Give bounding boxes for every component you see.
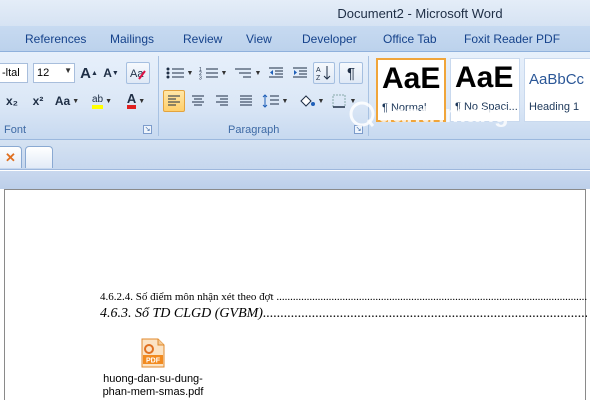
font-name-combo[interactable]: -ltal (0, 63, 28, 83)
document-page[interactable]: 4.6.2.4. Số điểm môn nhận xét theo đợt .… (4, 189, 587, 400)
numbering-button[interactable]: 1 2 3 ▼ (197, 62, 229, 84)
tab-references[interactable]: References (25, 32, 86, 46)
increase-indent-icon (293, 67, 307, 78)
align-center-icon (192, 95, 204, 106)
highlighter-icon: ab (91, 94, 104, 109)
tab-foxit-reader-pdf[interactable]: Foxit Reader PDF (464, 32, 560, 46)
paragraph-group-label: Paragraph (228, 124, 280, 136)
paragraph-dialog-launcher-icon[interactable]: ↘ (354, 125, 363, 134)
clear-formatting-button[interactable]: Aa (126, 62, 150, 84)
svg-text:A: A (316, 67, 321, 74)
text-highlight-button[interactable]: ab ▼ (85, 90, 119, 112)
numbering-icon: 123 (199, 67, 218, 81)
style-sample: AaE (455, 61, 514, 94)
document-tab-bar: ✕ (0, 140, 590, 170)
tab-review[interactable]: Review (183, 32, 222, 46)
paint-bucket-icon (299, 95, 315, 107)
align-right-button[interactable] (211, 90, 233, 112)
tab-mailings[interactable]: Mailings (110, 32, 154, 46)
align-left-button[interactable] (163, 90, 185, 112)
justify-button[interactable] (235, 90, 257, 112)
bullets-icon (166, 67, 184, 79)
style-sample: AaE (382, 62, 441, 95)
style-no-spacing[interactable]: AaE ¶ No Spaci... (450, 58, 520, 122)
bullets-button[interactable]: ▼ (163, 62, 195, 84)
toc-leader-dots: ........................................… (262, 306, 587, 321)
chevron-down-icon: ▼ (138, 97, 146, 105)
font-color-button[interactable]: A ▼ (121, 90, 151, 112)
change-case-button[interactable]: Aa ▼ (52, 90, 82, 112)
font-size-combo[interactable]: 12 ▼ (33, 63, 75, 83)
font-name-value: -ltal (2, 67, 20, 79)
close-icon[interactable]: ✕ (5, 150, 16, 166)
style-name: ¶ No Spaci... (455, 101, 518, 113)
superscript-button[interactable]: x² (28, 90, 48, 112)
align-left-icon (168, 95, 180, 106)
toc-leader-dots: ........................................… (276, 291, 587, 303)
toc-entry-2[interactable]: 4.6.3. Sổ TD CLGD (GVBM)................… (100, 306, 587, 322)
style-name: Heading 1 (529, 101, 580, 113)
font-group-label: Font (4, 124, 27, 136)
multilevel-list-icon (234, 68, 251, 78)
align-center-button[interactable] (187, 90, 209, 112)
svg-text:3: 3 (199, 76, 202, 81)
decrease-indent-icon (269, 67, 283, 78)
chevron-down-icon: ▼ (72, 97, 80, 105)
align-right-icon (216, 95, 228, 106)
show-hide-formatting-button[interactable]: ¶ (339, 62, 363, 84)
toc-entry-1[interactable]: 4.6.2.4. Số điểm môn nhận xét theo đợt .… (100, 291, 587, 303)
line-spacing-icon (262, 94, 279, 108)
chevron-down-icon: ▼ (105, 97, 113, 105)
ribbon-tab-row: References Mailings Review View Develope… (0, 26, 590, 52)
pdf-file-icon: PDF (141, 338, 165, 368)
chevron-down-icon: ▼ (220, 69, 228, 77)
clear-formatting-icon: Aa (130, 68, 146, 80)
grow-font-button[interactable]: A ▲ (79, 62, 99, 84)
chevron-down-icon: ▼ (317, 97, 325, 105)
increase-indent-button[interactable] (289, 62, 311, 84)
group-separator (368, 56, 369, 136)
sort-icon: AZ (316, 66, 331, 81)
chevron-down-icon: ▼ (64, 66, 72, 75)
multilevel-list-button[interactable]: ▼ (231, 62, 263, 84)
borders-button[interactable]: ▼ (329, 90, 359, 112)
svg-text:Z: Z (316, 75, 321, 81)
pdf-attachment[interactable]: PDF huong-dan-su-dung- phan-mem-smas.pdf (93, 338, 213, 399)
borders-icon (332, 94, 346, 108)
pilcrow-icon: ¶ (346, 64, 356, 82)
ribbon: -ltal 12 ▼ A ▲ A ▼ Aa x₂ x² Aa ▼ ab ▼ A ▼ Fon… (0, 52, 590, 140)
font-size-value: 12 (37, 67, 50, 79)
tab-developer[interactable]: Developer (302, 32, 357, 46)
chevron-down-icon: ▼ (254, 69, 262, 77)
chevron-down-icon: ▼ (186, 69, 194, 77)
svg-text:PDF: PDF (146, 358, 161, 365)
justify-icon (240, 95, 252, 106)
ruler (0, 171, 590, 189)
styles-gallery: AaE ¶ Normal AaE ¶ No Spaci... AaBbCc He… (374, 58, 590, 122)
group-separator (158, 56, 159, 136)
subscript-button[interactable]: x₂ (2, 90, 22, 112)
style-heading-1[interactable]: AaBbCc Heading 1 (524, 58, 590, 122)
chevron-down-icon: ▼ (349, 97, 357, 105)
tab-office-tab[interactable]: Office Tab (383, 32, 437, 46)
attachment-file-name: huong-dan-su-dung- phan-mem-smas.pdf (102, 373, 204, 398)
font-dialog-launcher-icon[interactable]: ↘ (143, 125, 152, 134)
tab-view[interactable]: View (246, 32, 272, 46)
window-title: Document2 - Microsoft Word (337, 6, 503, 21)
line-spacing-button[interactable]: ▼ (259, 90, 291, 112)
style-normal[interactable]: AaE ¶ Normal (376, 58, 446, 122)
decrease-indent-button[interactable] (265, 62, 287, 84)
new-document-tab[interactable] (25, 146, 53, 168)
style-name: ¶ Normal (382, 102, 427, 114)
chevron-down-icon: ▼ (281, 97, 289, 105)
document-tab-close[interactable]: ✕ (0, 146, 22, 168)
style-sample: AaBbCc (529, 71, 585, 88)
title-bar: Document2 - Microsoft Word (0, 0, 590, 26)
shading-button[interactable]: ▼ (295, 90, 327, 112)
font-color-icon: A (126, 92, 137, 109)
sort-button[interactable]: AZ (313, 62, 335, 84)
shrink-font-button[interactable]: A ▼ (101, 62, 121, 84)
